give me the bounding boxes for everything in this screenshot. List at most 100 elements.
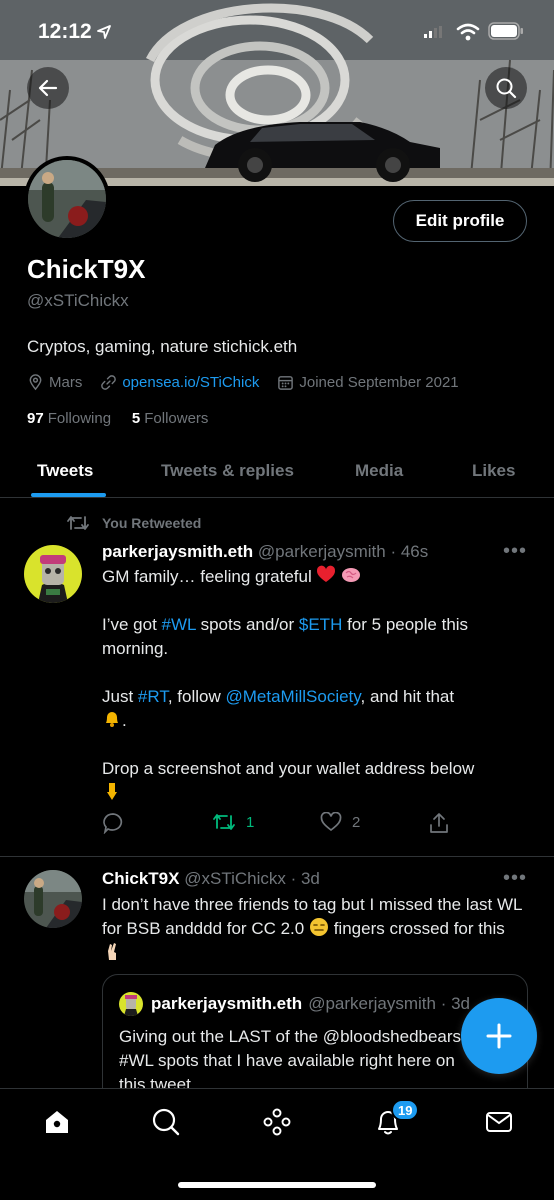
following-link[interactable]: 97 Following xyxy=(27,410,111,427)
back-arrow-icon xyxy=(38,79,58,97)
tweet-text: , and hit that xyxy=(360,687,455,706)
red-heart-icon xyxy=(317,565,336,582)
battery-icon xyxy=(488,22,523,40)
tweet-avatar[interactable] xyxy=(24,870,82,928)
tweet-text: spots and/or xyxy=(195,615,299,634)
website[interactable]: opensea.io/STiChick xyxy=(100,374,259,391)
like-count: 2 xyxy=(352,813,361,831)
tweet-body: GM family… feeling grateful I’ve got #WL… xyxy=(102,565,522,829)
search-button[interactable] xyxy=(485,67,527,109)
retweet-icon xyxy=(213,814,235,830)
wifi-icon xyxy=(456,23,480,41)
tweet-text: , follow xyxy=(167,687,226,706)
retweet-button[interactable]: 1 xyxy=(212,812,254,832)
tweet-time: · 46s xyxy=(390,542,429,561)
retweet-context-label: You Retweeted xyxy=(102,515,202,531)
quoted-text: Giving out the LAST of the @bloodshedbea… xyxy=(119,1025,519,1097)
reply-button[interactable] xyxy=(102,812,124,834)
tweet-text: fingers crossed for this xyxy=(333,919,505,938)
reply-icon xyxy=(103,813,123,834)
heart-icon xyxy=(320,812,342,832)
hashtag-link[interactable]: #WL xyxy=(162,615,196,634)
follow-stats: 97 Following 5 Followers xyxy=(27,410,208,427)
brain-icon xyxy=(342,568,361,582)
followers-label: Followers xyxy=(144,410,209,427)
profile-meta: Mars opensea.io/STiChick Joined Septembe… xyxy=(27,371,477,393)
tweet-body: I don’t have three friends to tag but I … xyxy=(102,893,522,965)
tweet-actions: 1 2 xyxy=(102,812,522,842)
quoted-avatar xyxy=(119,992,143,1016)
tweet-handle: @parkerjaysmith xyxy=(257,542,386,561)
profile-tabs: Tweets Tweets & replies Media Likes xyxy=(0,444,554,498)
tweet-text-line: GM family… feeling grateful xyxy=(102,567,312,586)
tweet-divider xyxy=(0,856,554,857)
pointing-down-icon xyxy=(107,783,117,800)
plus-icon xyxy=(486,1023,512,1049)
location-pin-icon xyxy=(29,373,42,390)
share-icon xyxy=(430,813,448,833)
nav-home[interactable] xyxy=(42,1107,72,1137)
share-button[interactable] xyxy=(428,812,450,834)
tweet-header: parkerjaysmith.eth @parkerjaysmith · 46s xyxy=(102,542,428,562)
back-button[interactable] xyxy=(27,67,69,109)
location: Mars xyxy=(27,374,82,391)
joined-date: Joined September 2021 xyxy=(277,373,459,391)
quoted-tweet-header: parkerjaysmith.eth @parkerjaysmith · 3d xyxy=(119,992,470,1016)
active-tab-indicator xyxy=(31,493,106,497)
following-label: Following xyxy=(47,410,112,427)
tweet-text: I’ve got xyxy=(102,615,162,634)
expressionless-face-icon xyxy=(309,918,328,936)
followers-count: 5 xyxy=(131,410,141,427)
joined-text: Joined September 2021 xyxy=(299,373,459,391)
avatar-photo xyxy=(28,160,106,238)
mail-icon xyxy=(486,1112,512,1132)
tweet-avatar[interactable] xyxy=(24,545,82,603)
calendar-icon xyxy=(278,375,294,390)
bell-icon xyxy=(106,712,118,727)
crossed-fingers-icon xyxy=(108,943,116,960)
tweet-time: · 3d xyxy=(290,869,320,888)
status-time: 12:12 xyxy=(38,20,92,43)
link-icon xyxy=(101,374,117,390)
tab-media[interactable]: Media xyxy=(355,444,403,497)
notifications-badge: 19 xyxy=(391,1099,420,1121)
compose-tweet-button[interactable] xyxy=(461,998,537,1074)
search-icon xyxy=(152,1108,180,1136)
tweet-text: Just xyxy=(102,687,138,706)
tweet-handle: @xSTiChickx xyxy=(184,869,286,888)
spaces-icon xyxy=(263,1108,291,1136)
location-arrow-icon xyxy=(97,25,111,39)
nav-search[interactable] xyxy=(151,1107,181,1137)
tweet-more-button[interactable]: ••• xyxy=(503,540,527,563)
quoted-text-line: #WL spots that I have available right he… xyxy=(119,1051,455,1070)
followers-link[interactable]: 5 Followers xyxy=(132,410,209,427)
avatar-photo xyxy=(24,870,82,928)
status-bar: 12:12 xyxy=(0,0,554,60)
nav-spaces[interactable] xyxy=(262,1107,292,1137)
location-text: Mars xyxy=(49,373,83,391)
website-link[interactable]: opensea.io/STiChick xyxy=(122,374,259,391)
mention-link[interactable]: @MetaMillSociety xyxy=(225,687,360,706)
tab-likes[interactable]: Likes xyxy=(472,444,515,497)
tweet-author[interactable]: parkerjaysmith.eth xyxy=(102,542,253,561)
profile-avatar[interactable] xyxy=(24,156,110,242)
tab-tweets-replies[interactable]: Tweets & replies xyxy=(161,444,294,497)
like-button[interactable]: 2 xyxy=(320,812,360,832)
nft-avatar-image xyxy=(119,992,143,1016)
hashtag-link[interactable]: #RT xyxy=(138,687,168,706)
home-icon xyxy=(46,1111,68,1133)
retweet-context: You Retweeted xyxy=(66,514,201,532)
tweet-more-button[interactable]: ••• xyxy=(503,867,527,890)
quoted-handle: @parkerjaysmith · 3d xyxy=(308,994,470,1013)
profile-handle: @xSTiChickx xyxy=(27,291,129,310)
quoted-author: parkerjaysmith.eth xyxy=(151,994,303,1013)
tweet-author[interactable]: ChickT9X xyxy=(102,869,179,888)
tab-tweets[interactable]: Tweets xyxy=(37,444,93,497)
tweet-text: Drop a screenshot and your wallet addres… xyxy=(102,759,475,778)
profile-bio: Cryptos, gaming, nature stichick.eth xyxy=(27,337,298,356)
nav-messages[interactable] xyxy=(484,1107,514,1137)
retweet-icon xyxy=(67,516,89,530)
cashtag-link[interactable]: $ETH xyxy=(299,615,342,634)
edit-profile-button[interactable]: Edit profile xyxy=(393,200,527,242)
nft-avatar-image xyxy=(24,545,82,603)
